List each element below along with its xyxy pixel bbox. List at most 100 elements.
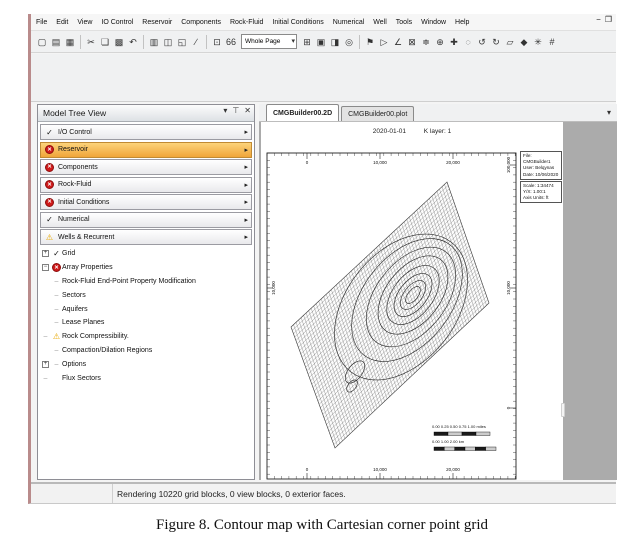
splitter-handle[interactable]	[561, 403, 565, 417]
section-label: Numerical	[58, 216, 90, 223]
expand-arrow-icon[interactable]: ▸	[244, 146, 248, 154]
chevron-down-icon[interactable]: ▾	[223, 106, 227, 115]
tree-item-grid[interactable]: +Grid	[40, 247, 252, 261]
section-components[interactable]: Components▸	[40, 159, 252, 175]
page-setup-icon[interactable]: ◱	[175, 34, 189, 49]
section-initial-conditions[interactable]: Initial Conditions ▸	[40, 194, 252, 210]
section-i-o-control[interactable]: I/O Control▸	[40, 124, 252, 140]
tab-cmgbuilder00-plot[interactable]: CMGBuilder00.plot	[341, 106, 414, 121]
contour-map[interactable]: 0010,00010,00020,00020,000100,00010,0000…	[261, 122, 563, 480]
expand-arrow-icon[interactable]: ▸	[244, 128, 248, 136]
invalid-status-icon	[45, 163, 54, 172]
menu-item-initial-conditions[interactable]: Initial Conditions	[272, 19, 323, 26]
print-icon[interactable]: ▥	[147, 34, 161, 49]
expand-plus-icon[interactable]: +	[40, 250, 51, 257]
info-user: User: Belqynas	[523, 165, 559, 171]
expand-arrow-icon[interactable]: ▸	[244, 233, 248, 241]
menu-item-reservoir[interactable]: Reservoir	[142, 19, 172, 26]
cut-icon[interactable]: ✂	[84, 34, 98, 49]
undo-icon[interactable]: ↶	[126, 34, 140, 49]
menu-item-window[interactable]: Window	[421, 19, 446, 26]
menu-item-numerical[interactable]: Numerical	[333, 19, 365, 26]
panel-title: Model Tree View	[43, 108, 106, 118]
control-bar: U-2D Areal Block Fill Plane 1 of 4 Grid …	[31, 54, 616, 102]
copy-icon[interactable]: ❏	[98, 34, 112, 49]
menu-item-tools[interactable]: Tools	[396, 19, 412, 26]
expand-arrow-icon[interactable]: ▸	[244, 198, 248, 206]
status-bar: Rendering 10220 grid blocks, 0 view bloc…	[31, 482, 616, 503]
open-icon[interactable]: ▤	[49, 34, 63, 49]
toolbar-separator	[206, 35, 207, 49]
rotate-cw-icon[interactable]: ↻	[489, 34, 503, 49]
pointer-icon[interactable]: ▷	[377, 34, 391, 49]
section-label: Initial Conditions	[58, 199, 109, 206]
tree-item-options[interactable]: +–Options	[40, 357, 252, 371]
angle-icon[interactable]: ∠	[391, 34, 405, 49]
collapse-minus-icon[interactable]: −	[40, 264, 51, 271]
move-icon[interactable]: ✚	[447, 34, 461, 49]
zoom-level-select[interactable]: Whole Page	[241, 34, 297, 49]
restore-icon[interactable]: ❐	[605, 15, 612, 24]
section-reservoir[interactable]: Reservoir▸	[40, 142, 252, 158]
tree-item-rock-compressibility-[interactable]: –Rock Compressibility.	[40, 330, 252, 344]
save-icon[interactable]: ▦	[63, 34, 77, 49]
zoom-area-icon[interactable]: ◌	[461, 34, 475, 49]
tree-item-flux-sectors[interactable]: –Flux Sectors	[40, 371, 252, 385]
minimize-icon[interactable]: −	[596, 15, 601, 24]
tree-item-compaction-dilation-regions[interactable]: –Compaction/Dilation Regions	[40, 344, 252, 358]
tab-cmgbuilder00-2d[interactable]: CMGBuilder00.2D	[266, 104, 339, 121]
tree-item-label: Options	[62, 361, 86, 368]
grid-hash-icon[interactable]: #	[545, 34, 559, 49]
menu-item-edit[interactable]: Edit	[56, 19, 68, 26]
menu-item-components[interactable]: Components	[181, 19, 221, 26]
figure-caption: Figure 8. Contour map with Cartesian cor…	[0, 517, 644, 534]
panel-header: Model Tree View ▾ ⊤ ✕	[38, 105, 254, 122]
probe-icon[interactable]: ⚑	[363, 34, 377, 49]
properties-icon[interactable]: ⊞	[300, 34, 314, 49]
layers-icon[interactable]: ≑	[419, 34, 433, 49]
add-icon[interactable]: ⊕	[433, 34, 447, 49]
section-wells-recurrent[interactable]: Wells & Recurrent▸	[40, 229, 252, 245]
zoom-percent-icon[interactable]: 66	[224, 34, 238, 49]
tree-item-label: Rock-Fluid End-Point Property Modificati…	[62, 278, 196, 285]
menu-item-well[interactable]: Well	[373, 19, 386, 26]
tree-item-sectors[interactable]: –Sectors	[40, 288, 252, 302]
burst-icon[interactable]: ✳	[531, 34, 545, 49]
rotate-ccw-icon[interactable]: ↺	[475, 34, 489, 49]
tree-item-lease-planes[interactable]: –Lease Planes	[40, 316, 252, 330]
expand-plus-icon[interactable]: +	[40, 361, 51, 368]
block-select-icon[interactable]: ⊠	[405, 34, 419, 49]
section-rock-fluid[interactable]: Rock-Fluid▸	[40, 177, 252, 193]
menu-item-rock-fluid[interactable]: Rock-Fluid	[230, 19, 263, 26]
frame-icon[interactable]: ▣	[314, 34, 328, 49]
close-icon[interactable]: ✕	[244, 106, 251, 115]
menu-item-io-control[interactable]: IO Control	[101, 19, 133, 26]
tree-item-aquifers[interactable]: –Aquifers	[40, 302, 252, 316]
menu-item-view[interactable]: View	[77, 19, 92, 26]
diamond-icon[interactable]: ◆	[517, 34, 531, 49]
menu-item-help[interactable]: Help	[455, 19, 469, 26]
tab-list-icon[interactable]: ▾	[607, 108, 611, 117]
tree-item-rock-fluid-end-point-property-modificati[interactable]: –Rock-Fluid End-Point Property Modificat…	[40, 275, 252, 289]
print-preview-icon[interactable]: ◫	[161, 34, 175, 49]
tree-line: –	[51, 292, 62, 299]
expand-arrow-icon[interactable]: ▸	[244, 216, 248, 224]
document-page: File Edit View IO Control Reservoir Component…	[0, 0, 644, 551]
tree-item-array-properties[interactable]: −Array Properties	[40, 261, 252, 275]
draw-icon[interactable]: ∕	[189, 34, 203, 49]
new-icon[interactable]: ▢	[35, 34, 49, 49]
plane-icon[interactable]: ▱	[503, 34, 517, 49]
menu-item-file[interactable]: File	[36, 19, 47, 26]
svg-text:10,000: 10,000	[506, 281, 511, 295]
svg-text:10,000: 10,000	[373, 467, 387, 472]
section-numerical[interactable]: Numerical ▸	[40, 212, 252, 228]
fit-window-icon[interactable]: ⊡	[210, 34, 224, 49]
expand-arrow-icon[interactable]: ▸	[244, 163, 248, 171]
tree-item-label: Rock Compressibility.	[62, 333, 129, 340]
paste-icon[interactable]: ▩	[112, 34, 126, 49]
expand-arrow-icon[interactable]: ▸	[244, 181, 248, 189]
map-page[interactable]: 2020-01-01 K layer: 1 0010,00010,00020,0…	[261, 122, 563, 480]
options-icon[interactable]: ◎	[342, 34, 356, 49]
report-icon[interactable]: ◨	[328, 34, 342, 49]
pin-icon[interactable]: ⊤	[232, 106, 239, 115]
